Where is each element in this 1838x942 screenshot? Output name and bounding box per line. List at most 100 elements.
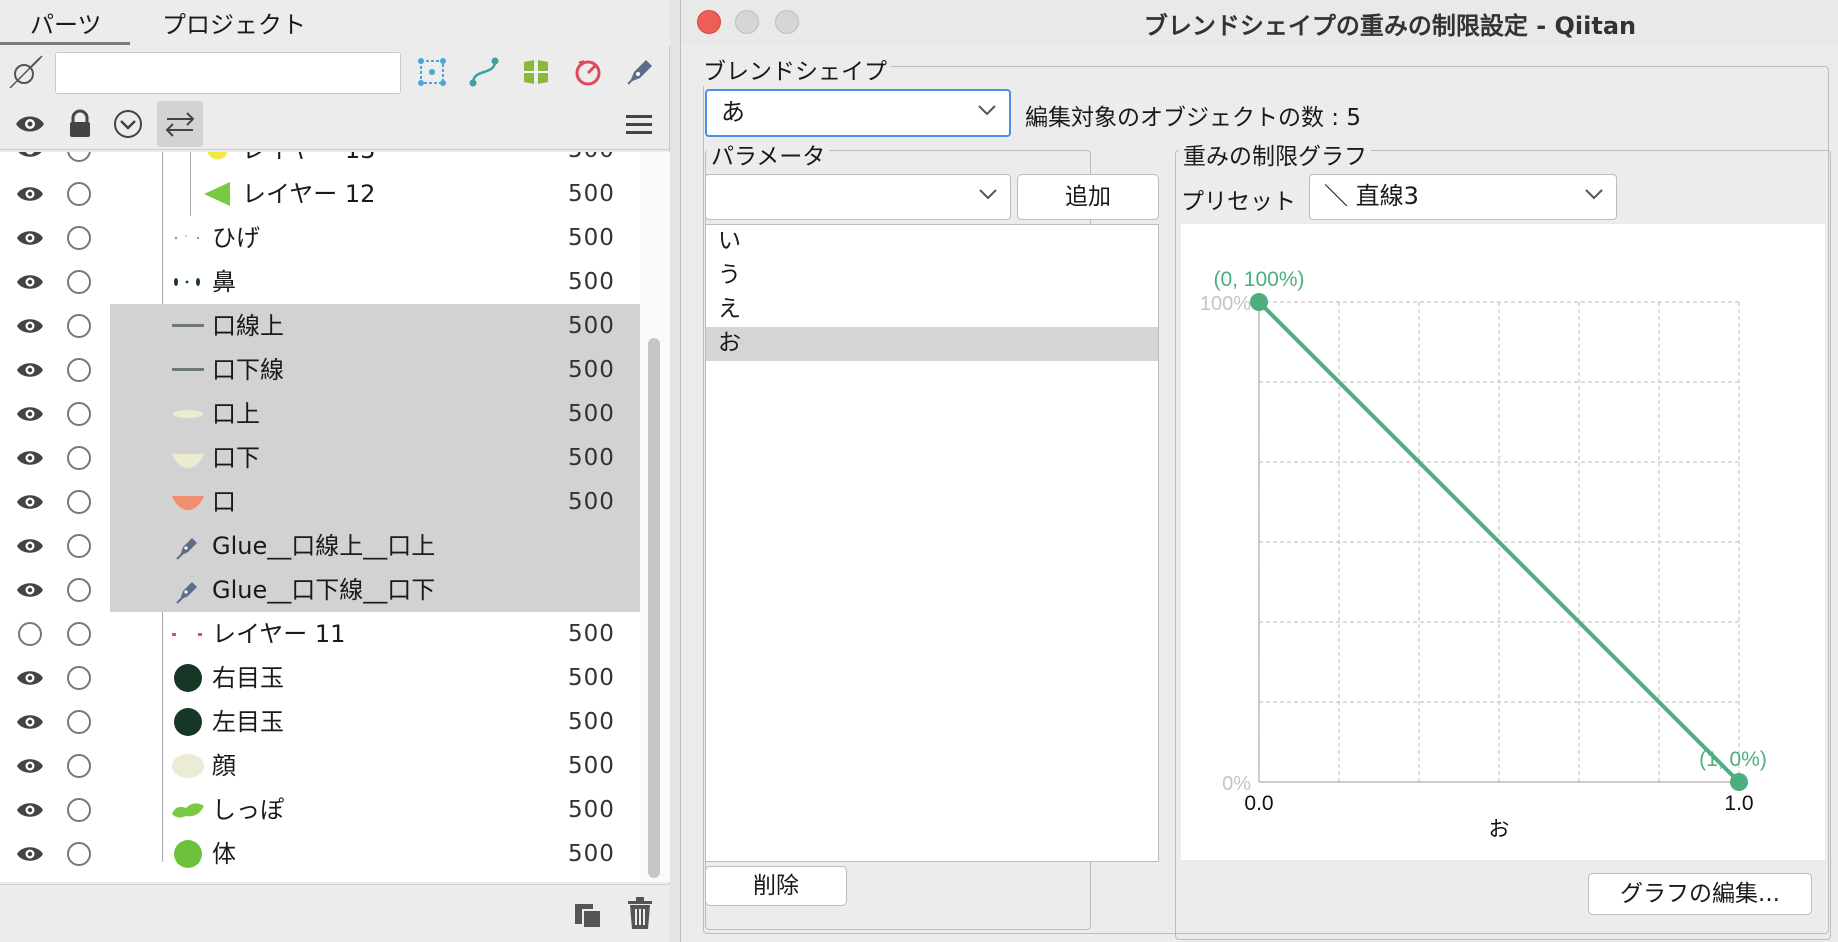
filter-off-icon[interactable]: [6, 52, 46, 92]
eye-icon[interactable]: [16, 228, 44, 248]
lock-toggle-icon[interactable]: [67, 446, 91, 470]
preset-label: プリセット: [1181, 189, 1296, 215]
eye-icon[interactable]: [16, 184, 44, 204]
layer-thumbnail-icon: [174, 278, 200, 286]
part-row[interactable]: 左目玉 500: [0, 700, 640, 744]
y-tick-label: 100%: [1200, 293, 1251, 315]
part-row[interactable]: しっぽ 500: [0, 788, 640, 832]
lock-toggle-icon[interactable]: [67, 182, 91, 206]
eye-icon[interactable]: [16, 712, 44, 732]
tab-project[interactable]: プロジェクト: [162, 10, 306, 44]
lock-toggle-icon[interactable]: [67, 754, 91, 778]
pen-icon[interactable]: [624, 56, 656, 88]
scrollbar-thumb[interactable]: [648, 338, 660, 878]
lock-toggle-icon[interactable]: [67, 226, 91, 250]
layer-thumbnail-icon: [172, 496, 204, 510]
eye-icon[interactable]: [16, 844, 44, 864]
lock-toggle-icon[interactable]: [67, 358, 91, 382]
eye-icon[interactable]: [16, 800, 44, 820]
lock-toggle-icon[interactable]: [67, 798, 91, 822]
add-button[interactable]: 追加: [1017, 174, 1159, 220]
search-input[interactable]: [55, 52, 401, 94]
delete-button[interactable]: 削除: [705, 866, 847, 906]
part-row[interactable]: 鼻 500: [0, 260, 640, 304]
lock-toggle-icon[interactable]: [67, 666, 91, 690]
parameter-item[interactable]: い: [706, 225, 1158, 259]
part-row[interactable]: 口上 500: [0, 392, 640, 436]
edit-graph-button[interactable]: グラフの編集...: [1588, 873, 1812, 915]
x-tick-label: 1.0: [1724, 792, 1753, 815]
graph-canvas[interactable]: 100%0%0.0 1.0お(0, 100%)(1, 0%): [1181, 224, 1825, 860]
lock-toggle-icon[interactable]: [67, 314, 91, 338]
visibility-toolbar: [0, 104, 670, 150]
eye-icon[interactable]: [16, 272, 44, 292]
lock-icon[interactable]: [64, 108, 96, 140]
part-row[interactable]: 口 500: [0, 480, 640, 524]
blendshape-select[interactable]: あ: [705, 89, 1011, 137]
part-value: 500: [568, 357, 615, 383]
deformer-icon[interactable]: [416, 56, 448, 88]
part-row[interactable]: 右目玉 500: [0, 656, 640, 700]
part-row[interactable]: 口線上 500: [0, 304, 640, 348]
parameter-item[interactable]: え: [706, 293, 1158, 327]
part-value: 500: [568, 797, 615, 823]
part-value: 500: [568, 665, 615, 691]
part-row[interactable]: 体 500: [0, 832, 640, 876]
part-row[interactable]: レイヤー 11 500: [0, 612, 640, 656]
part-label: レイヤー 11: [212, 620, 346, 648]
part-row[interactable]: レイヤー 13 500: [0, 152, 640, 172]
layer-thumbnail-icon: [172, 454, 204, 468]
eye-icon[interactable]: [16, 536, 44, 556]
duplicate-icon[interactable]: [572, 896, 604, 930]
lock-toggle-icon[interactable]: [67, 152, 91, 162]
hidden-toggle-icon[interactable]: [18, 622, 42, 646]
rotation-icon[interactable]: [572, 56, 604, 88]
expand-icon[interactable]: [112, 108, 144, 140]
part-row[interactable]: レイヤー 12 500: [0, 172, 640, 216]
lock-toggle-icon[interactable]: [67, 270, 91, 294]
part-row[interactable]: Glue__口線上__口上: [0, 524, 640, 568]
layer-thumbnail-icon: [172, 633, 202, 636]
lock-toggle-icon[interactable]: [67, 534, 91, 558]
lock-toggle-icon[interactable]: [67, 578, 91, 602]
part-value: 500: [568, 313, 615, 339]
part-label: 口下線: [212, 356, 284, 384]
trash-icon[interactable]: [624, 896, 656, 930]
window-title: ブレンドシェイプの重みの制限設定 - Qiitan: [1143, 12, 1637, 40]
lock-toggle-icon[interactable]: [67, 710, 91, 734]
eye-icon[interactable]: [16, 316, 44, 336]
part-label: レイヤー 12: [242, 180, 376, 208]
preset-select[interactable]: ＼ 直線3: [1309, 174, 1617, 220]
weight-limit-graph[interactable]: 100% 0% 0.0 1.0 お (0, 100%) (1, 0%): [1181, 224, 1825, 860]
eye-icon[interactable]: [16, 580, 44, 600]
part-label: 口線上: [212, 312, 284, 340]
eye-icon[interactable]: [16, 152, 44, 160]
part-row[interactable]: Glue__口下線__口下: [0, 568, 640, 612]
eye-icon[interactable]: [16, 668, 44, 688]
eye-icon[interactable]: [16, 360, 44, 380]
parameter-item[interactable]: う: [706, 259, 1158, 293]
parts-icon[interactable]: [520, 56, 552, 88]
eye-icon[interactable]: [16, 492, 44, 512]
parameter-select[interactable]: [705, 174, 1011, 220]
part-row[interactable]: 口下 500: [0, 436, 640, 480]
eye-icon[interactable]: [16, 404, 44, 424]
eye-icon[interactable]: [14, 108, 46, 140]
part-row[interactable]: 口下線 500: [0, 348, 640, 392]
parameter-list[interactable]: いうえお: [705, 224, 1159, 862]
lock-toggle-icon[interactable]: [67, 490, 91, 514]
lock-toggle-icon[interactable]: [67, 842, 91, 866]
layer-thumbnail-icon: [172, 803, 204, 818]
part-row[interactable]: 顔 500: [0, 744, 640, 788]
part-label: レイヤー 13: [242, 152, 375, 164]
hamburger-menu-icon[interactable]: [624, 112, 654, 138]
parameter-item[interactable]: お: [706, 327, 1158, 361]
eye-icon[interactable]: [16, 756, 44, 776]
lock-toggle-icon[interactable]: [67, 622, 91, 646]
curve-icon[interactable]: [468, 56, 500, 88]
tab-parts[interactable]: パーツ: [30, 10, 130, 44]
lock-toggle-icon[interactable]: [67, 402, 91, 426]
eye-icon[interactable]: [16, 448, 44, 468]
part-label: 体: [212, 840, 236, 868]
part-row[interactable]: ひげ 500: [0, 216, 640, 260]
